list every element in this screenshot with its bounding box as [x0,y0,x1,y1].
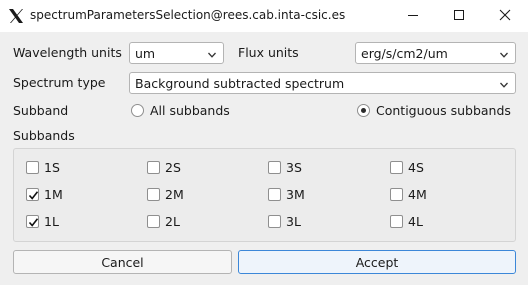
spectrum-type-value: Background subtracted spectrum [135,76,345,91]
accept-button-label: Accept [355,254,399,270]
chevron-down-icon [207,48,217,58]
spectrum-type-select[interactable]: Background subtracted spectrum [129,72,516,94]
title-bar: spectrumParametersSelection@rees.cab.int… [0,0,528,32]
close-button[interactable] [482,0,528,32]
contiguous-subbands-radio[interactable] [357,104,370,117]
minimize-icon [407,9,419,24]
wavelength-units-select[interactable]: um [129,42,224,64]
maximize-icon [453,9,465,24]
close-icon [499,9,511,24]
all-subbands-radio-option[interactable]: All subbands [131,103,241,119]
flux-units-label: Flux units [238,45,299,60]
cancel-button[interactable]: Cancel [13,250,232,274]
contiguous-subbands-label: Contiguous subbands [376,103,511,118]
all-subbands-radio[interactable] [131,104,144,117]
chevron-down-icon [499,48,509,58]
checkmark-icon [28,191,39,200]
subbands-label: Subbands [13,128,75,143]
maximize-button[interactable] [436,0,482,32]
wavelength-units-value: um [135,46,156,61]
flux-units-select[interactable]: erg/s/cm2/um [355,42,516,64]
spectrum-type-label: Spectrum type [13,75,106,90]
accept-button[interactable]: Accept [238,250,516,274]
subbands-group [13,148,516,242]
checkmark-icon [28,218,39,227]
chevron-down-icon [499,78,509,88]
flux-units-value: erg/s/cm2/um [361,46,448,61]
subband-label: Subband [13,103,69,118]
window-title: spectrumParametersSelection@rees.cab.int… [30,8,346,22]
wavelength-units-label: Wavelength units [13,45,122,60]
contiguous-subbands-radio-option[interactable]: Contiguous subbands [357,103,517,119]
minimize-button[interactable] [390,0,436,32]
all-subbands-label: All subbands [150,103,230,118]
x-logo-icon [7,7,25,25]
cancel-button-label: Cancel [101,254,144,270]
